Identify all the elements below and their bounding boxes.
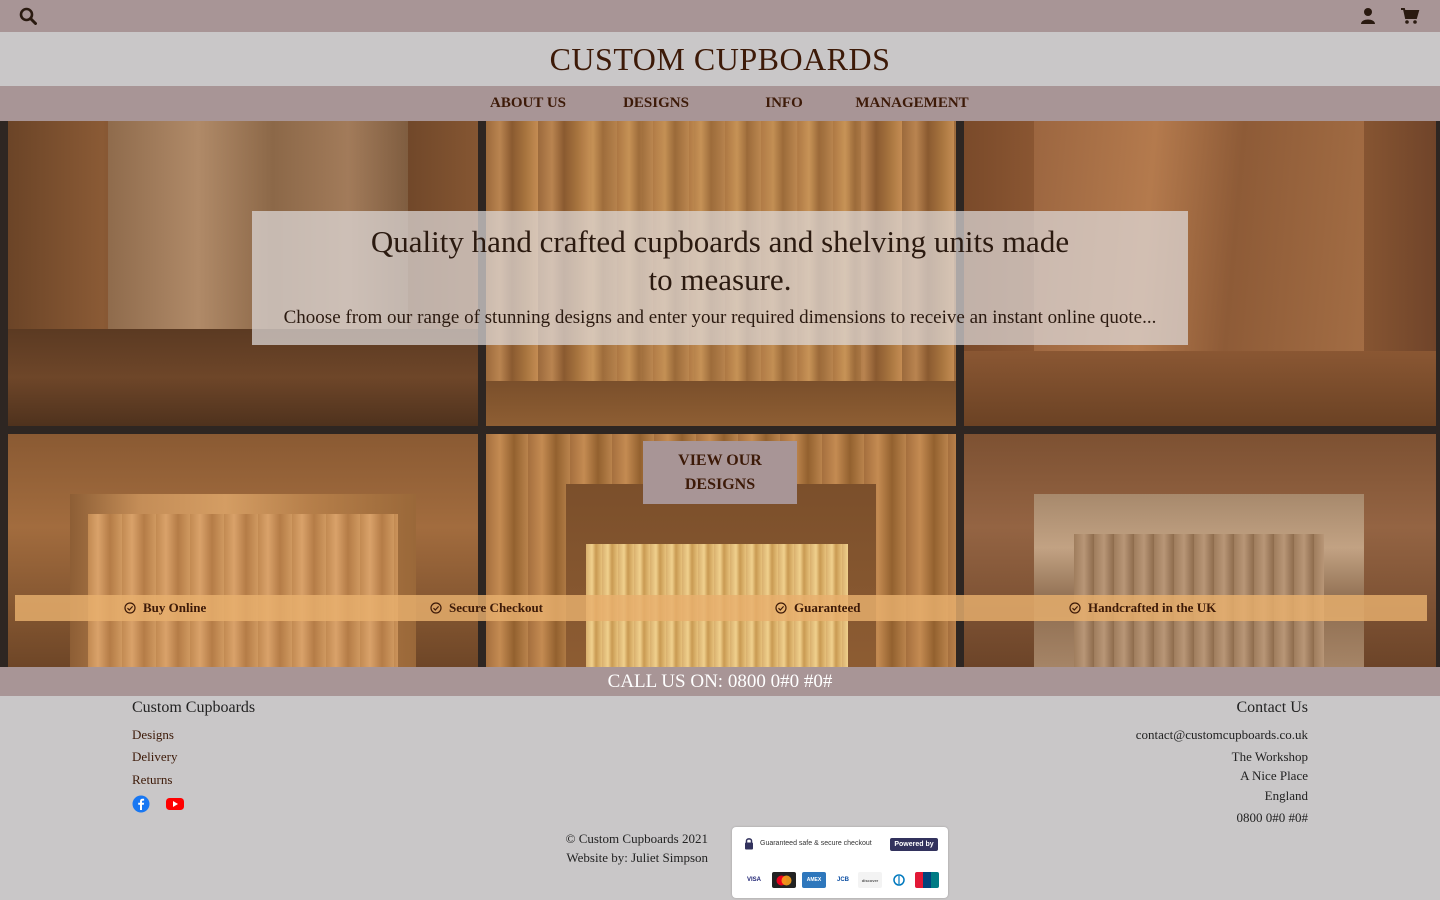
- call-us-bar[interactable]: CALL US ON: 0800 0#0 #0#: [0, 667, 1440, 696]
- visa-card-icon: VISA: [742, 872, 766, 888]
- nav-about-us[interactable]: ABOUT US: [478, 86, 578, 121]
- hero-text-box: Quality hand crafted cupboards and shelv…: [252, 211, 1188, 345]
- feature-label: Guaranteed: [794, 600, 861, 615]
- hero-section: Quality hand crafted cupboards and shelv…: [0, 121, 1440, 667]
- brand-bar: CUSTOM CUPBOARDS: [0, 32, 1440, 86]
- footer-link-designs[interactable]: Designs: [132, 727, 174, 743]
- feature-buy-online: Buy Online: [124, 595, 206, 621]
- feature-secure-checkout: Secure Checkout: [430, 595, 543, 621]
- check-circle-icon: [1069, 602, 1081, 614]
- secure-checkout-badge: Guaranteed safe & secure checkout Powere…: [732, 827, 948, 898]
- facebook-icon[interactable]: [132, 795, 150, 813]
- footer-site-title: Custom Cupboards: [132, 699, 256, 716]
- check-circle-icon: [775, 602, 787, 614]
- secure-checkout-text: Guaranteed safe & secure checkout: [760, 840, 872, 847]
- copyright-block: © Custom Cupboards 2021 Website by: Juli…: [566, 829, 708, 867]
- user-icon[interactable]: [1358, 6, 1378, 26]
- contact-address-line: England: [1264, 788, 1308, 803]
- powered-by-stripe: Powered by stripe: [890, 838, 938, 861]
- copyright-text: © Custom Cupboards 2021: [565, 831, 708, 846]
- main-nav: ABOUT US DESIGNS INFO MANAGEMENT: [0, 86, 1440, 121]
- footer-contact-title: Contact Us: [1236, 699, 1308, 716]
- hero-subline: Choose from our range of stunning design…: [283, 307, 1157, 328]
- nav-management[interactable]: MANAGEMENT: [842, 86, 982, 121]
- contact-address-line: A Nice Place: [1240, 768, 1308, 783]
- feature-label: Buy Online: [143, 600, 207, 615]
- search-icon[interactable]: [18, 6, 38, 26]
- contact-address-line: The Workshop: [1231, 749, 1308, 764]
- top-bar: [0, 0, 1440, 32]
- feature-label: Handcrafted in the UK: [1088, 600, 1217, 615]
- mastercard-icon: [772, 872, 796, 888]
- footer-link-delivery[interactable]: Delivery: [132, 749, 177, 765]
- check-circle-icon: [430, 602, 442, 614]
- wood-panel-bottom-left: [8, 434, 478, 667]
- lock-icon: [745, 838, 753, 850]
- cart-icon[interactable]: [1400, 6, 1420, 26]
- contact-email[interactable]: contact@customcupboards.co.uk: [1136, 727, 1308, 743]
- hero-headline: Quality hand crafted cupboards and shelv…: [370, 224, 1070, 297]
- wood-panel-bottom-right: [964, 434, 1436, 667]
- check-circle-icon: [124, 602, 136, 614]
- site-logo-title[interactable]: CUSTOM CUPBOARDS: [550, 41, 891, 78]
- jcb-card-icon: JCB: [831, 872, 855, 888]
- nav-designs[interactable]: DESIGNS: [606, 86, 706, 121]
- unionpay-card-icon: [915, 872, 939, 888]
- contact-phone[interactable]: 0800 0#0 #0#: [1237, 810, 1309, 826]
- discover-card-icon: discover: [858, 872, 882, 888]
- footer-link-returns[interactable]: Returns: [132, 772, 172, 788]
- feature-handcrafted-uk: Handcrafted in the UK: [1069, 595, 1216, 621]
- diners-card-icon: [887, 872, 911, 888]
- youtube-icon[interactable]: [165, 795, 184, 813]
- view-designs-button[interactable]: VIEW OUR DESIGNS: [643, 441, 797, 504]
- nav-info[interactable]: INFO: [734, 86, 834, 121]
- feature-guaranteed: Guaranteed: [775, 595, 860, 621]
- amex-card-icon: AMEX: [802, 872, 826, 888]
- feature-label: Secure Checkout: [449, 600, 544, 615]
- website-credit: Website by: Juliet Simpson: [566, 850, 708, 865]
- feature-strip: Buy Online Secure Checkout Guaranteed Ha…: [15, 595, 1427, 621]
